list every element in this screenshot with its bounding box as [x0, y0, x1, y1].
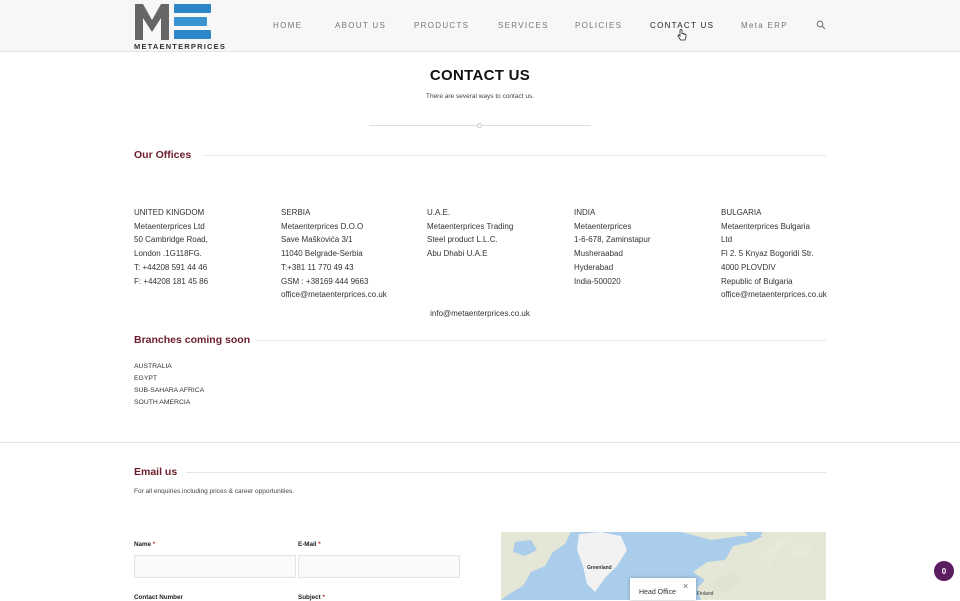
page-title: CONTACT US — [429, 67, 531, 84]
office-uae: U.A.E. Metaenterprices Trading Steel pro… — [427, 206, 513, 261]
info-email-link[interactable]: info@metaenterprices.co.uk — [0, 309, 960, 318]
office-bulgaria: BULGARIA Metaenterprices Bulgaria Ltd Fl… — [721, 206, 827, 302]
search-icon[interactable] — [816, 20, 826, 30]
email-label: E-Mail * — [298, 541, 321, 548]
site-header: METAENTERPRICES HOME ABOUT US PRODUCTS S… — [0, 0, 960, 52]
office-line: 1-6-678, Zaminstapur — [574, 235, 651, 245]
nav-meta-erp[interactable]: Meta ERP — [741, 21, 788, 30]
list-item: SUB-SAHARA AFRICA — [134, 387, 205, 394]
office-uk: UNITED KINGDOM Metaenterprices Ltd 50 Ca… — [134, 206, 208, 288]
branches-heading-line — [257, 340, 826, 341]
map-popup-text: Head Office — [639, 589, 676, 596]
section-divider — [0, 442, 960, 443]
branches-list: AUSTRALIA EGYPT SUB-SAHARA AFRICA SOUTH … — [134, 361, 204, 409]
required-mark: * — [318, 541, 321, 548]
close-icon[interactable]: × — [683, 581, 688, 591]
nav-products[interactable]: PRODUCTS — [414, 21, 469, 30]
office-line: BULGARIA — [721, 208, 762, 217]
list-item: EGYPT — [134, 375, 158, 382]
map-label-finland: Finland — [697, 591, 714, 597]
list-item: AUSTRALIA — [134, 363, 172, 370]
office-line: Republic of Bulgaria — [721, 276, 793, 286]
name-label-text: Name — [134, 541, 152, 548]
office-line: GSM : +38169 444 9663 — [281, 276, 369, 286]
nav-policies[interactable]: POLICIES — [575, 21, 622, 30]
office-line: 50 Cambridge Road, — [134, 235, 208, 245]
email-input[interactable] — [298, 555, 460, 578]
hand-cursor-icon — [677, 29, 687, 41]
page-subtitle: There are several ways to contact us. — [425, 93, 535, 100]
office-line: Ltd — [721, 235, 733, 245]
office-line: SERBIA — [281, 208, 311, 217]
office-india: INDIA Metaenterprices 1-6-678, Zaminstap… — [574, 206, 650, 288]
office-line: Abu Dhabi U.A.E — [427, 249, 488, 259]
name-input[interactable] — [134, 555, 296, 578]
logo-text: METAENTERPRICES — [134, 42, 227, 51]
offices-heading: Our Offices — [134, 149, 192, 161]
office-serbia: SERBIA Metaenterprices D.O.O Save Maškov… — [281, 206, 387, 302]
office-line: UNITED KINGDOM — [134, 208, 205, 217]
office-line: U.A.E. — [427, 208, 451, 217]
list-item: SOUTH AMERCIA — [134, 399, 191, 406]
office-line: Metaenterprices Ltd — [134, 221, 205, 231]
office-line: Steel product L.L.C. — [427, 235, 498, 245]
email-heading-line — [186, 472, 826, 473]
office-line: T:+381 11 770 49 43 — [281, 262, 354, 272]
email-label-text: E-Mail — [298, 541, 317, 548]
title-divider-dot — [477, 122, 482, 128]
office-line: INDIA — [574, 208, 596, 217]
name-label: Name * — [134, 541, 155, 548]
required-mark: * — [152, 541, 156, 548]
office-line: F: +44208 181 45 86 — [134, 276, 209, 286]
office-line: Metaenterprices Bulgaria — [721, 221, 810, 231]
email-heading: Email us — [134, 466, 178, 478]
office-line: Musheraabad — [574, 249, 623, 259]
nav-about-us[interactable]: ABOUT US — [335, 21, 386, 30]
office-line: Metaenterprices Trading — [427, 221, 514, 231]
office-line: Fl 2. 5 Knyaz Bogoridi Str. — [721, 249, 814, 259]
office-line: Metaenterprices — [574, 221, 632, 231]
office-line: Metaenterprices D.O.O — [281, 221, 364, 231]
office-line: Hyderabad — [574, 262, 614, 272]
office-line: T: +44208 591 44 46 — [134, 262, 208, 272]
office-line: India-500020 — [574, 276, 621, 286]
branches-heading: Branches coming soon — [134, 334, 251, 346]
office-line: 4000 PLOVDIV — [721, 262, 776, 272]
office-email-link[interactable]: office@metaenterprices.co.uk — [721, 288, 827, 302]
office-line: 11040 Belgrade-Serbia — [281, 249, 363, 259]
nav-services[interactable]: SERVICES — [498, 21, 549, 30]
nav-home[interactable]: HOME — [273, 21, 302, 30]
offices-heading-line — [203, 155, 826, 156]
office-line: London .1G118FG. — [134, 249, 202, 259]
notification-badge[interactable]: 0 — [934, 561, 954, 581]
map-label-greenland: Greenland — [587, 565, 612, 571]
office-line: Save Maškovića 3/1 — [281, 235, 353, 245]
email-subtitle: For all enquiries including prices & car… — [134, 488, 295, 495]
office-email-link[interactable]: office@metaenterprices.co.uk — [281, 288, 387, 302]
